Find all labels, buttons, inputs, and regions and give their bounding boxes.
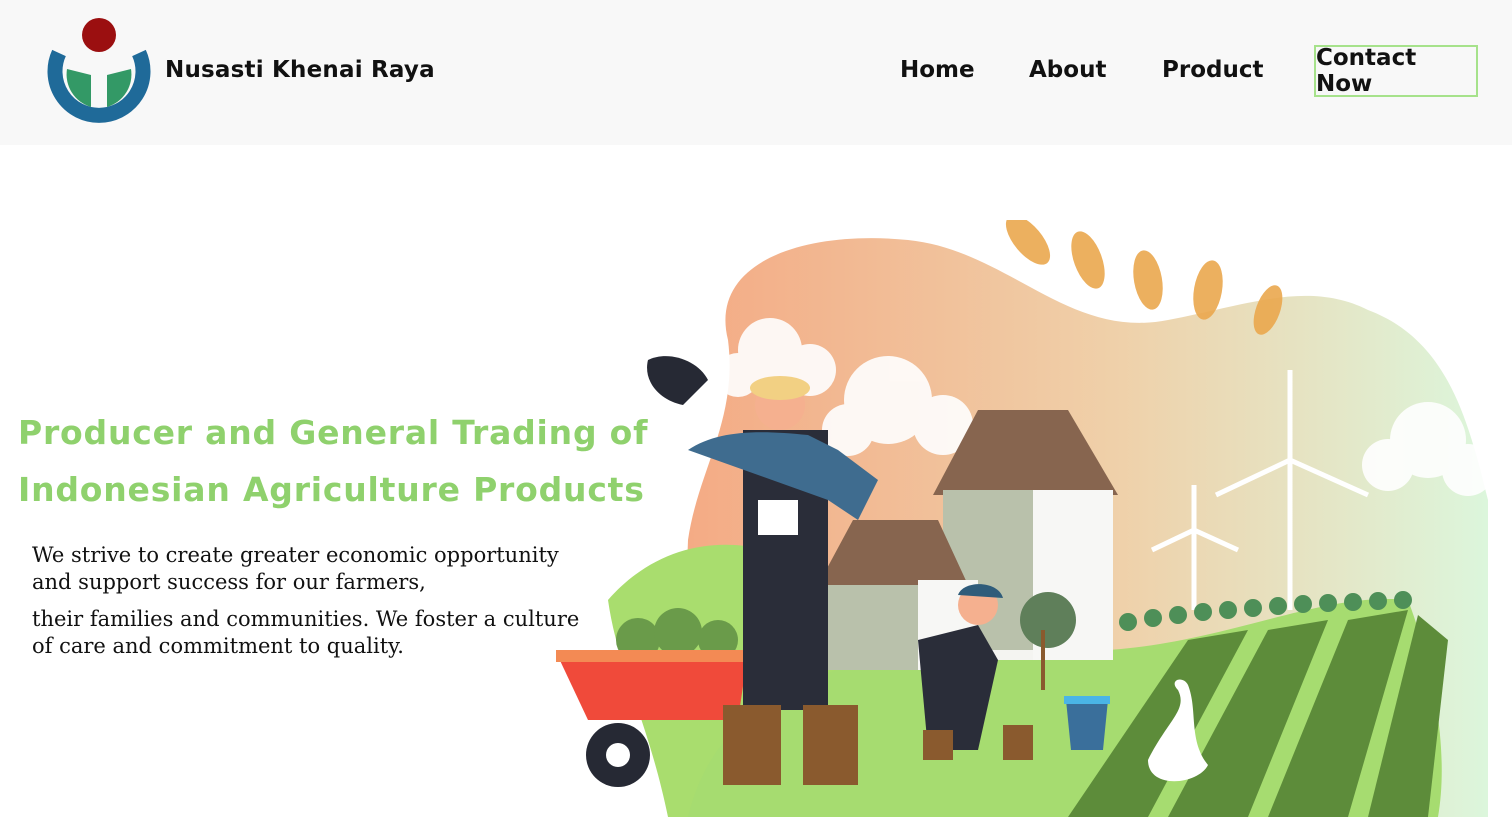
hero-paragraph-2: their families and communities. We foste… — [32, 607, 580, 658]
nav-about[interactable]: About — [1029, 57, 1106, 83]
farmers-field-illustration — [556, 220, 1494, 817]
site-header: Nusasti Khenai Raya Home About Product C… — [0, 0, 1512, 145]
brand-name[interactable]: Nusasti Khenai Raya — [165, 57, 435, 83]
nav-home[interactable]: Home — [900, 57, 975, 83]
hero-paragraph-1: We strive to create greater economic opp… — [32, 543, 559, 594]
nav-product[interactable]: Product — [1162, 57, 1263, 83]
contact-now-button[interactable]: Contact Now — [1314, 45, 1478, 97]
company-logo-icon[interactable] — [45, 17, 153, 127]
